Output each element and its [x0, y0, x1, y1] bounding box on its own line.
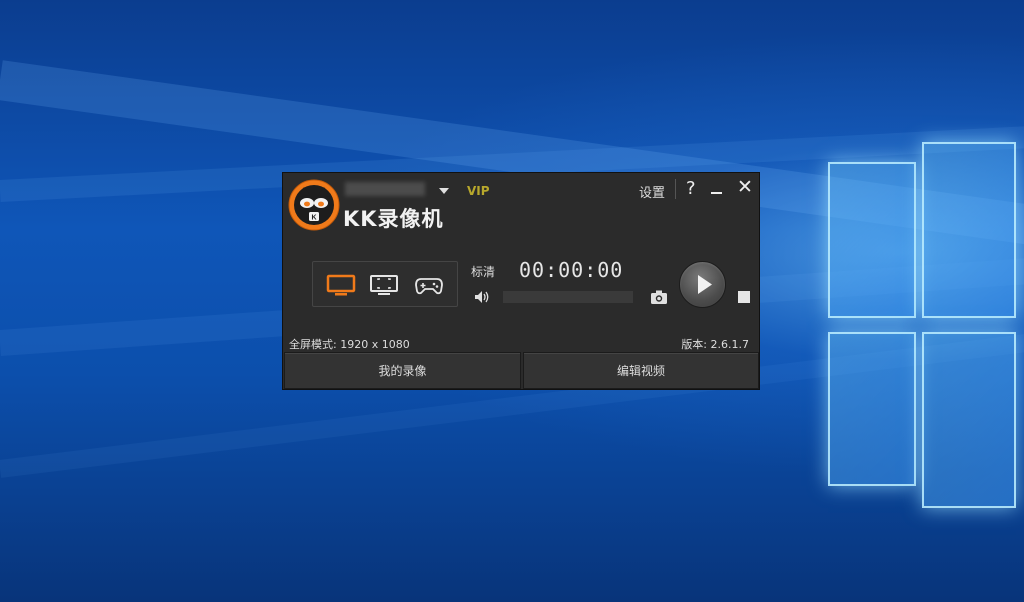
volume-slider[interactable]	[503, 291, 633, 303]
windows-logo	[826, 140, 1016, 510]
region-select-icon[interactable]	[369, 273, 399, 297]
speaker-icon[interactable]	[473, 289, 491, 305]
windows-logo-pane	[922, 332, 1016, 508]
windows-logo-pane	[828, 162, 916, 318]
gamepad-icon[interactable]	[414, 273, 444, 297]
edit-video-button[interactable]: 编辑视频	[523, 352, 759, 389]
title-bar[interactable]: K VIP KK录像机 设置 ? ✕	[283, 173, 759, 233]
close-button[interactable]: ✕	[737, 177, 753, 197]
windows-logo-pane	[828, 332, 916, 486]
stop-button[interactable]	[738, 291, 750, 303]
play-icon	[698, 275, 712, 294]
app-title: KK录像机	[343, 207, 444, 231]
minimize-button[interactable]	[711, 192, 722, 194]
quality-selector[interactable]: 标清	[471, 263, 495, 280]
version-label: 版本: 2.6.1.7	[681, 338, 749, 351]
title-divider	[675, 179, 676, 199]
help-button[interactable]: ?	[686, 178, 696, 199]
camera-icon[interactable]	[650, 289, 668, 305]
chevron-down-icon[interactable]	[437, 185, 451, 197]
fullscreen-mode-info: 全屏模式: 1920 x 1080	[289, 338, 410, 351]
capture-mode-group	[312, 261, 458, 307]
windows-logo-pane	[922, 142, 1016, 318]
kk-logo-icon: K	[288, 179, 340, 231]
svg-text:K: K	[311, 215, 316, 222]
settings-button[interactable]: 设置	[639, 182, 665, 201]
vip-badge[interactable]: VIP	[467, 184, 490, 198]
kk-recorder-window: K VIP KK录像机 设置 ? ✕ 标清 00:00:00 全屏模式: 192…	[282, 172, 760, 390]
username-redacted	[345, 182, 425, 196]
record-play-button[interactable]	[679, 261, 726, 308]
status-bar: 全屏模式: 1920 x 1080 版本: 2.6.1.7	[283, 333, 759, 351]
monitor-icon[interactable]	[326, 273, 356, 297]
my-recordings-button[interactable]: 我的录像	[284, 352, 521, 389]
recording-timer: 00:00:00	[519, 258, 624, 282]
bottom-button-bar: 我的录像 编辑视频	[283, 352, 759, 390]
